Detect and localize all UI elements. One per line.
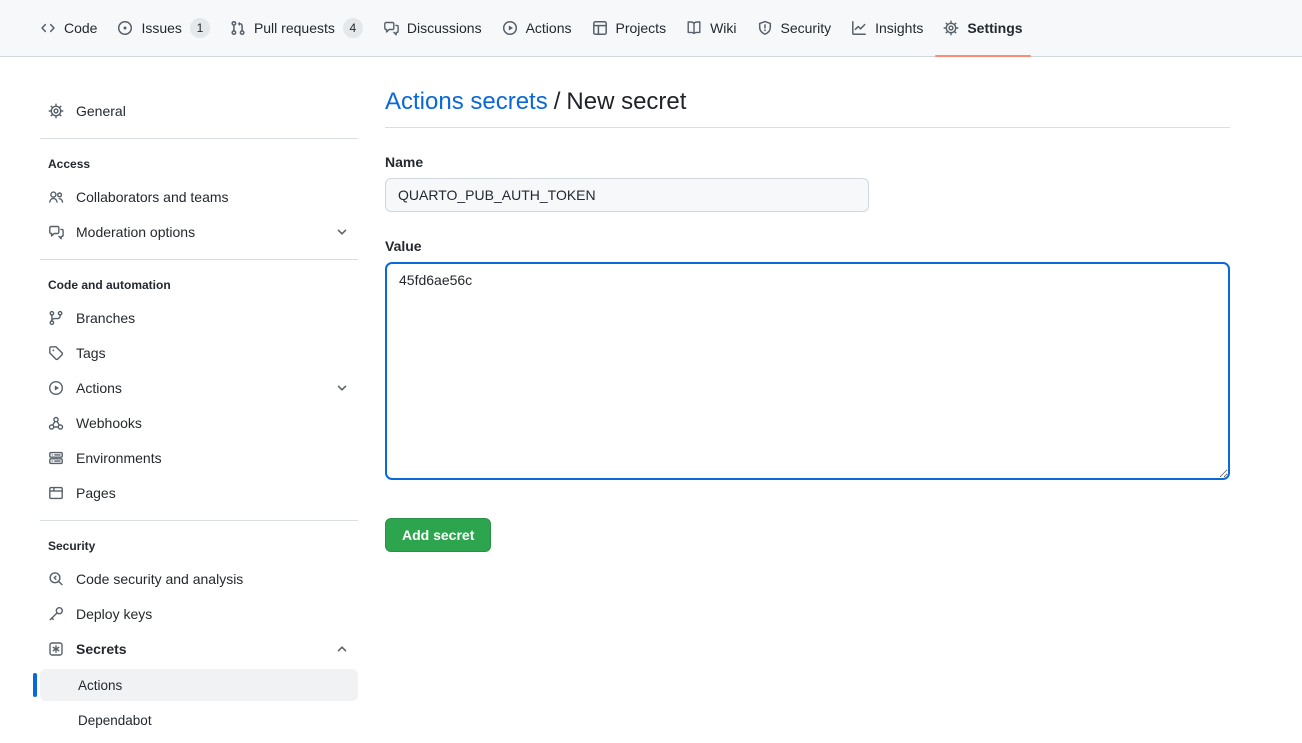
tab-pull-requests[interactable]: Pull requests 4 — [222, 0, 371, 56]
sidebar-item-label: Actions — [76, 380, 122, 396]
secret-value-textarea[interactable]: 45fd6ae56c — [385, 262, 1230, 480]
sidebar-section-code-automation: Code and automation — [40, 270, 358, 300]
tab-actions-label: Actions — [526, 20, 572, 36]
tab-issues[interactable]: Issues 1 — [109, 0, 217, 56]
tab-projects[interactable]: Projects — [584, 0, 675, 56]
git-branch-icon — [48, 310, 64, 326]
sidebar-item-label: Moderation options — [76, 224, 195, 240]
sidebar-item-branches[interactable]: Branches — [40, 300, 358, 335]
tab-insights[interactable]: Insights — [843, 0, 931, 56]
sidebar-item-label: Secrets — [76, 641, 127, 657]
code-icon — [40, 20, 56, 36]
chevron-down-icon — [334, 380, 350, 396]
webhook-icon — [48, 415, 64, 431]
tab-projects-label: Projects — [616, 20, 667, 36]
secret-name-input[interactable] — [385, 178, 869, 212]
sidebar-item-label: Branches — [76, 310, 135, 326]
sidebar-item-label: Environments — [76, 450, 162, 466]
tab-security-label: Security — [781, 20, 832, 36]
graph-icon — [851, 20, 867, 36]
chevron-up-icon — [334, 641, 350, 657]
sidebar-subitem-dependabot-secrets[interactable]: Dependabot — [40, 704, 358, 736]
sidebar-item-tags[interactable]: Tags — [40, 335, 358, 370]
sidebar-item-label: Webhooks — [76, 415, 142, 431]
chevron-down-icon — [334, 224, 350, 240]
breadcrumb-separator: / — [554, 88, 561, 115]
sidebar-subitem-label: Dependabot — [78, 713, 152, 728]
repo-nav: Code Issues 1 Pull requests 4 Discussion… — [0, 0, 1302, 57]
server-icon — [48, 450, 64, 466]
key-asterisk-icon — [48, 641, 64, 657]
play-icon — [502, 20, 518, 36]
gear-icon — [48, 103, 64, 119]
sidebar-item-deploy-keys[interactable]: Deploy keys — [40, 596, 358, 631]
shield-icon — [757, 20, 773, 36]
tab-settings-label: Settings — [967, 20, 1022, 36]
issue-opened-icon — [117, 20, 133, 36]
browser-icon — [48, 485, 64, 501]
codescan-icon — [48, 571, 64, 587]
comment-discussion-icon — [383, 20, 399, 36]
sidebar-item-label: General — [76, 103, 126, 119]
actions-secrets-breadcrumb-link[interactable]: Actions secrets — [385, 88, 548, 115]
selected-item-bar — [33, 673, 37, 697]
page-title-current: New secret — [566, 88, 686, 115]
tab-settings[interactable]: Settings — [935, 0, 1030, 56]
page-title: Actions secrets/New secret — [385, 87, 1230, 117]
value-field-label: Value — [385, 238, 1230, 254]
tab-wiki-label: Wiki — [710, 20, 736, 36]
gear-icon — [943, 20, 959, 36]
issues-count-badge: 1 — [190, 18, 210, 38]
sidebar-item-label: Tags — [76, 345, 106, 361]
tab-issues-label: Issues — [141, 20, 181, 36]
sidebar-item-webhooks[interactable]: Webhooks — [40, 405, 358, 440]
sidebar-divider — [40, 259, 358, 260]
tab-code[interactable]: Code — [32, 0, 105, 56]
tag-icon — [48, 345, 64, 361]
name-field-label: Name — [385, 154, 1230, 170]
tab-insights-label: Insights — [875, 20, 923, 36]
main-content: Actions secrets/New secret Name Value 45… — [385, 57, 1230, 552]
add-secret-button[interactable]: Add secret — [385, 518, 491, 552]
tab-wiki[interactable]: Wiki — [678, 0, 744, 56]
sidebar-item-collaborators[interactable]: Collaborators and teams — [40, 179, 358, 214]
sidebar-item-label: Deploy keys — [76, 606, 152, 622]
sidebar-item-secrets[interactable]: Secrets — [40, 631, 358, 666]
people-icon — [48, 189, 64, 205]
tab-pull-requests-label: Pull requests — [254, 20, 335, 36]
sidebar-section-security: Security — [40, 531, 358, 561]
page-body: General Access Collaborators and teams M… — [0, 57, 1302, 736]
tab-security[interactable]: Security — [749, 0, 840, 56]
sidebar-item-label: Collaborators and teams — [76, 189, 229, 205]
sidebar-item-pages[interactable]: Pages — [40, 475, 358, 510]
sidebar-subitem-actions-secrets[interactable]: Actions — [40, 669, 358, 701]
book-icon — [686, 20, 702, 36]
sidebar-item-code-security[interactable]: Code security and analysis — [40, 561, 358, 596]
active-tab-underline — [935, 55, 1030, 57]
title-divider — [385, 127, 1230, 128]
sidebar-item-environments[interactable]: Environments — [40, 440, 358, 475]
sidebar-divider — [40, 520, 358, 521]
play-icon — [48, 380, 64, 396]
settings-sidebar: General Access Collaborators and teams M… — [40, 57, 358, 736]
git-pull-request-icon — [230, 20, 246, 36]
sidebar-item-actions[interactable]: Actions — [40, 370, 358, 405]
sidebar-divider — [40, 138, 358, 139]
sidebar-item-moderation-options[interactable]: Moderation options — [40, 214, 358, 249]
tab-discussions[interactable]: Discussions — [375, 0, 490, 56]
key-icon — [48, 606, 64, 622]
sidebar-item-label: Code security and analysis — [76, 571, 243, 587]
tab-actions[interactable]: Actions — [494, 0, 580, 56]
tab-code-label: Code — [64, 20, 97, 36]
sidebar-item-general[interactable]: General — [40, 93, 358, 128]
table-icon — [592, 20, 608, 36]
tab-discussions-label: Discussions — [407, 20, 482, 36]
comment-discussion-icon — [48, 224, 64, 240]
sidebar-subitem-label: Actions — [78, 678, 122, 693]
pull-requests-count-badge: 4 — [343, 18, 363, 38]
sidebar-item-label: Pages — [76, 485, 116, 501]
sidebar-section-access: Access — [40, 149, 358, 179]
